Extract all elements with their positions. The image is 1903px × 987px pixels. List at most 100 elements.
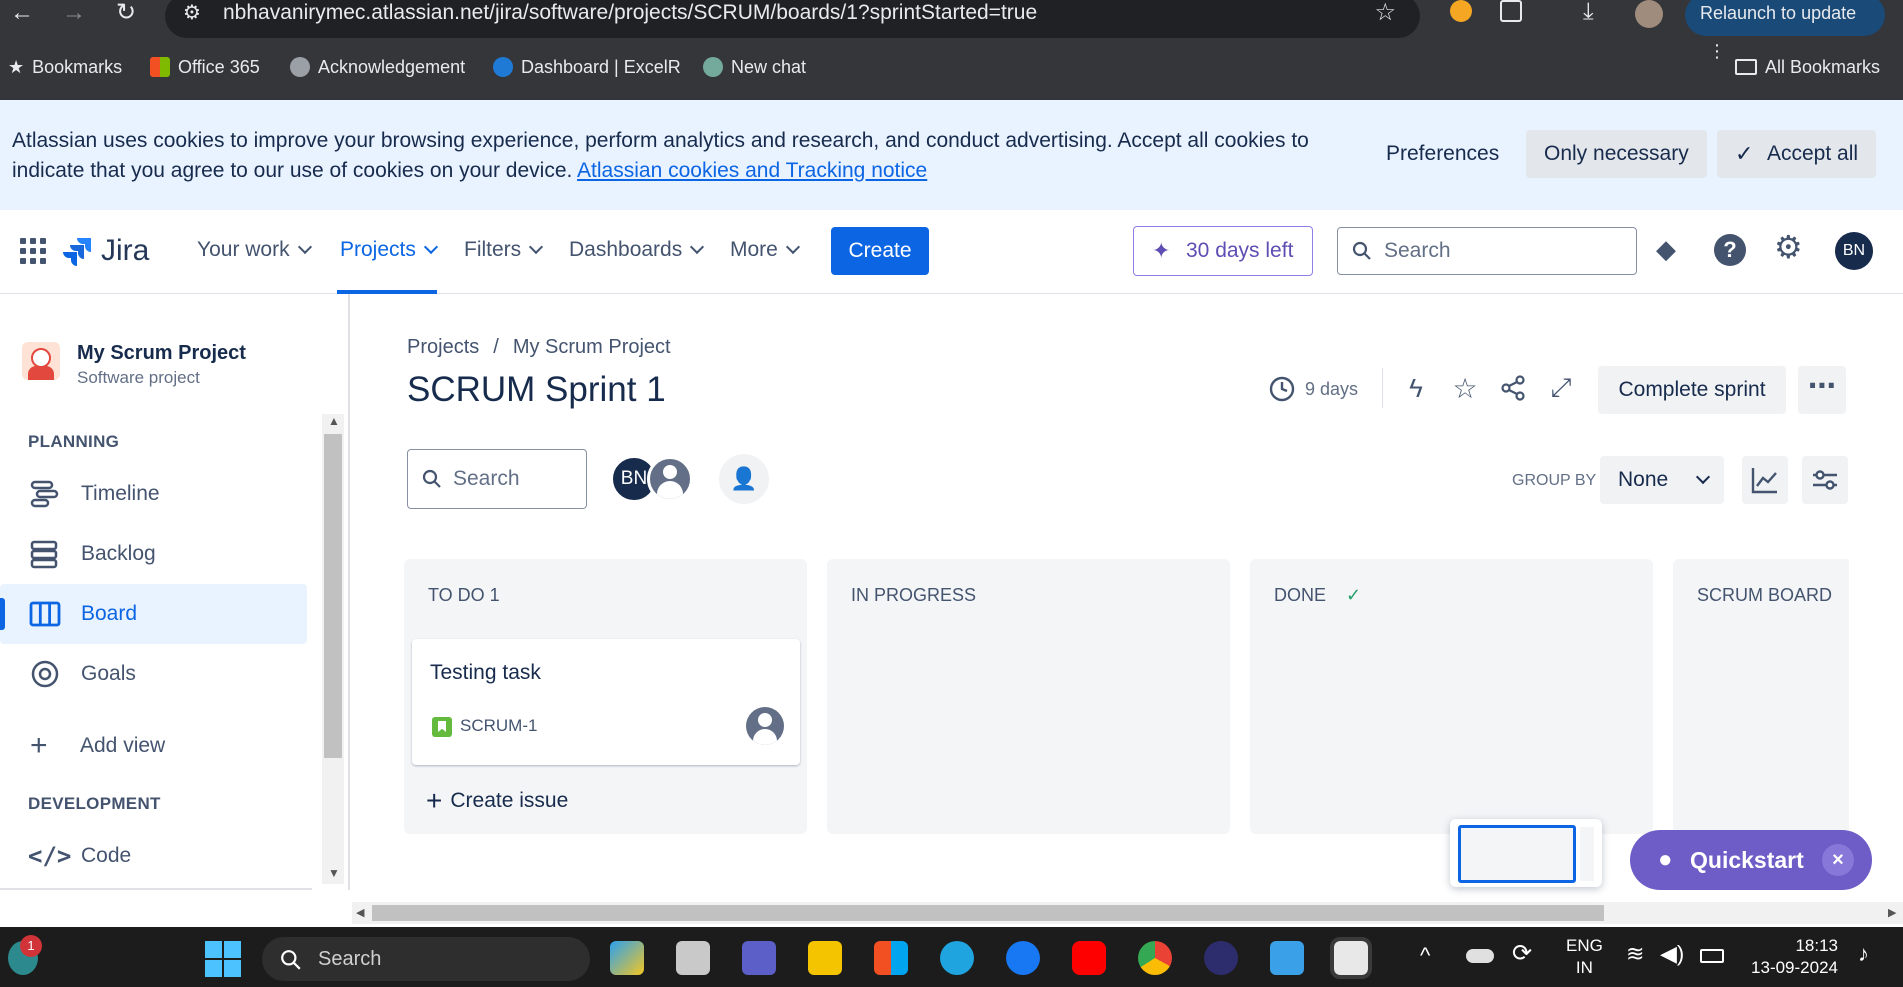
copilot-icon[interactable] — [610, 941, 644, 975]
reload-icon[interactable]: ↻ — [108, 0, 144, 30]
sidebar-item-timeline[interactable]: Timeline — [0, 464, 307, 524]
trial-button[interactable]: ✦ 30 days left — [1133, 226, 1313, 276]
minimap-viewport[interactable] — [1458, 825, 1576, 883]
extensions-puzzle-icon[interactable] — [1500, 0, 1522, 22]
sidebar-item-board[interactable]: Board — [0, 584, 307, 644]
sidebar-item-code[interactable]: </> Code — [0, 826, 307, 886]
insights-chart-icon[interactable] — [1742, 456, 1788, 504]
back-icon[interactable]: ← — [4, 0, 40, 30]
close-icon[interactable]: × — [1822, 844, 1854, 876]
edge-icon[interactable] — [940, 941, 974, 975]
top-navigation: Jira Your work Projects Filters Dashboar… — [0, 210, 1903, 294]
profile-avatar[interactable] — [1635, 0, 1663, 28]
store-icon[interactable] — [874, 941, 908, 975]
eclipse-icon[interactable] — [1204, 941, 1238, 975]
breadcrumb-project[interactable]: My Scrum Project — [513, 336, 671, 359]
scroll-right-arrow-icon[interactable]: ▶ — [1888, 906, 1896, 919]
card-assignee-avatar-icon[interactable] — [746, 707, 784, 745]
fullscreen-expand-icon[interactable]: ⤢ — [1537, 364, 1585, 412]
scroll-left-arrow-icon[interactable]: ◀ — [356, 906, 364, 919]
add-people-icon[interactable]: 👤 — [719, 454, 769, 504]
task-view-icon[interactable] — [676, 941, 710, 975]
site-info-icon[interactable]: ⚙ — [183, 0, 201, 32]
bookmark-bookmarks[interactable]: ★ Bookmarks — [8, 54, 122, 80]
view-settings-icon[interactable] — [1802, 456, 1848, 504]
create-button[interactable]: Create — [831, 227, 929, 275]
only-necessary-button[interactable]: Only necessary — [1526, 130, 1707, 178]
settings-gear-icon[interactable]: ⚙ — [1774, 228, 1803, 266]
project-name[interactable]: My Scrum Project — [77, 342, 246, 365]
notepad-icon[interactable] — [1270, 941, 1304, 975]
clock[interactable]: 18:13 13-09-2024 — [1748, 935, 1838, 979]
download-icon[interactable]: ⤓ — [1583, 0, 1594, 26]
bookmark-star-icon[interactable]: ☆ — [1374, 0, 1396, 32]
more-actions-icon[interactable]: ⋯ — [1798, 366, 1846, 414]
unassigned-avatar-icon[interactable] — [647, 456, 693, 502]
notification-bell-icon[interactable]: ♪ — [1858, 941, 1869, 967]
days-remaining: 9 days — [1305, 378, 1359, 399]
preferences-button[interactable]: Preferences — [1368, 130, 1517, 178]
share-icon[interactable] — [1489, 364, 1537, 412]
bookmark-new-chat[interactable]: New chat — [703, 54, 806, 80]
bookmark-excelr[interactable]: Dashboard | ExcelR — [493, 54, 681, 80]
automation-lightning-icon[interactable]: ϟ — [1392, 364, 1440, 412]
forward-icon[interactable]: → — [56, 0, 92, 30]
address-bar[interactable]: ⚙ nbhavanirymec.atlassian.net/jira/softw… — [165, 0, 1420, 38]
board-minimap[interactable] — [1450, 819, 1602, 887]
issue-key[interactable]: SCRUM-1 — [460, 716, 537, 736]
chevron-down-icon — [690, 239, 705, 255]
show-hidden-icons-chevron-icon[interactable]: ^ — [1420, 943, 1430, 969]
project-avatar[interactable] — [22, 342, 60, 380]
all-bookmarks[interactable]: All Bookmarks — [1735, 54, 1880, 80]
quickstart-button[interactable]: ● Quickstart × — [1630, 830, 1872, 890]
star-icon[interactable]: ☆ — [1441, 364, 1489, 412]
relaunch-button[interactable]: Relaunch to update ⋮ — [1685, 0, 1885, 61]
scroll-up-arrow-icon[interactable]: ▲ — [328, 414, 340, 428]
chrome-icon[interactable] — [1138, 941, 1172, 975]
taskbar-search[interactable]: Search — [262, 937, 590, 981]
global-search-input[interactable]: Search — [1337, 227, 1637, 275]
jira-logo[interactable]: Jira — [63, 234, 149, 268]
horizontal-scrollbar-thumb[interactable] — [372, 905, 1604, 921]
complete-sprint-button[interactable]: Complete sprint — [1598, 366, 1786, 414]
breadcrumb-projects[interactable]: Projects — [407, 336, 479, 359]
windows-start-icon[interactable] — [205, 941, 241, 977]
sidebar-item-backlog[interactable]: Backlog — [0, 524, 307, 584]
wifi-icon[interactable]: ≋ — [1626, 941, 1644, 967]
board-icon — [29, 601, 61, 627]
add-view-button[interactable]: + Add view — [0, 716, 307, 776]
sidebar-scrollbar-thumb[interactable] — [324, 434, 342, 758]
accept-all-button[interactable]: ✓ Accept all — [1717, 130, 1877, 178]
board-search-input[interactable]: Search — [407, 449, 587, 509]
bookmark-acknowledgement[interactable]: Acknowledgement — [290, 54, 465, 80]
facebook-icon[interactable] — [1006, 941, 1040, 975]
nav-projects[interactable]: Projects — [340, 238, 438, 262]
cookie-policy-link[interactable]: Atlassian cookies and Tracking notice — [577, 159, 927, 182]
horizontal-scrollbar[interactable]: ◀ ▶ — [352, 902, 1903, 924]
onedrive-cloud-icon[interactable] — [1466, 949, 1494, 963]
extension-icon[interactable] — [1450, 0, 1472, 22]
battery-icon[interactable] — [1700, 949, 1724, 963]
issue-card[interactable]: Testing task SCRUM-1 — [412, 639, 800, 765]
app-switcher-icon[interactable] — [20, 238, 46, 264]
notifications-icon[interactable]: ◆ — [1656, 234, 1676, 265]
help-icon[interactable]: ? — [1714, 234, 1746, 266]
group-by-select[interactable]: None — [1600, 456, 1724, 504]
nav-filters[interactable]: Filters — [464, 238, 544, 262]
bookmark-office365[interactable]: Office 365 — [150, 54, 260, 80]
user-avatar[interactable]: BN — [1835, 232, 1873, 270]
sync-icon[interactable]: ⟳ — [1512, 939, 1532, 968]
sidebar-item-goals[interactable]: Goals — [0, 644, 307, 704]
snipping-tool-icon[interactable] — [1330, 937, 1372, 979]
scroll-down-arrow-icon[interactable]: ▼ — [328, 866, 340, 880]
nav-your-work[interactable]: Your work — [197, 238, 312, 262]
teams-icon[interactable] — [742, 941, 776, 975]
create-issue-button[interactable]: + Create issue — [426, 785, 568, 817]
sidebar-scrollbar[interactable]: ▲ ▼ — [322, 414, 344, 884]
file-explorer-icon[interactable] — [808, 941, 842, 975]
nav-more[interactable]: More — [730, 238, 800, 262]
language-indicator[interactable]: ENG IN — [1566, 935, 1603, 979]
youtube-icon[interactable] — [1072, 941, 1106, 975]
volume-icon[interactable]: ◀) — [1660, 941, 1684, 967]
nav-dashboards[interactable]: Dashboards — [569, 238, 705, 262]
